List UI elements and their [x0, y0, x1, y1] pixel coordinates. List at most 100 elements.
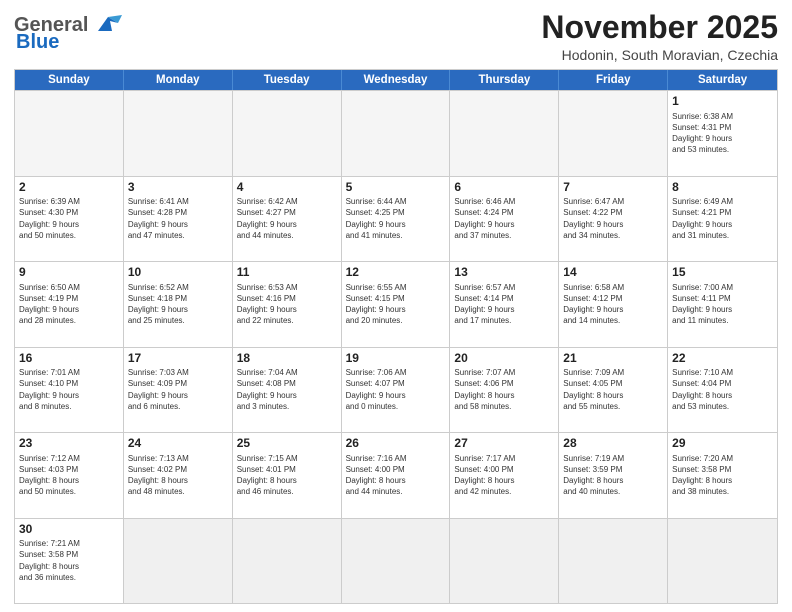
- weekday-header-wednesday: Wednesday: [342, 70, 451, 90]
- day-info: Sunrise: 7:03 AMSunset: 4:09 PMDaylight:…: [128, 367, 228, 412]
- day-info: Sunrise: 6:44 AMSunset: 4:25 PMDaylight:…: [346, 196, 446, 241]
- day-number: 26: [346, 436, 446, 452]
- empty-cell: [233, 519, 342, 603]
- header: General Blue November 2025 Hodonin, Sout…: [14, 10, 778, 63]
- day-cell-5: 5Sunrise: 6:44 AMSunset: 4:25 PMDaylight…: [342, 177, 451, 261]
- day-cell-30: 30Sunrise: 7:21 AMSunset: 3:58 PMDayligh…: [15, 519, 124, 603]
- day-cell-27: 27Sunrise: 7:17 AMSunset: 4:00 PMDayligh…: [450, 433, 559, 517]
- day-number: 16: [19, 351, 119, 367]
- day-cell-18: 18Sunrise: 7:04 AMSunset: 4:08 PMDayligh…: [233, 348, 342, 432]
- day-number: 21: [563, 351, 663, 367]
- day-cell-24: 24Sunrise: 7:13 AMSunset: 4:02 PMDayligh…: [124, 433, 233, 517]
- day-number: 10: [128, 265, 228, 281]
- day-info: Sunrise: 7:21 AMSunset: 3:58 PMDaylight:…: [19, 538, 119, 583]
- empty-cell: [233, 91, 342, 175]
- weekday-header-tuesday: Tuesday: [233, 70, 342, 90]
- day-number: 5: [346, 180, 446, 196]
- day-cell-22: 22Sunrise: 7:10 AMSunset: 4:04 PMDayligh…: [668, 348, 777, 432]
- calendar-subtitle: Hodonin, South Moravian, Czechia: [541, 47, 778, 63]
- day-info: Sunrise: 6:39 AMSunset: 4:30 PMDaylight:…: [19, 196, 119, 241]
- empty-cell: [124, 91, 233, 175]
- day-number: 15: [672, 265, 773, 281]
- day-info: Sunrise: 7:12 AMSunset: 4:03 PMDaylight:…: [19, 453, 119, 498]
- day-cell-21: 21Sunrise: 7:09 AMSunset: 4:05 PMDayligh…: [559, 348, 668, 432]
- day-info: Sunrise: 6:53 AMSunset: 4:16 PMDaylight:…: [237, 282, 337, 327]
- page: General Blue November 2025 Hodonin, Sout…: [0, 0, 792, 612]
- day-number: 4: [237, 180, 337, 196]
- day-cell-29: 29Sunrise: 7:20 AMSunset: 3:58 PMDayligh…: [668, 433, 777, 517]
- day-info: Sunrise: 7:00 AMSunset: 4:11 PMDaylight:…: [672, 282, 773, 327]
- logo: General Blue: [14, 14, 126, 54]
- calendar-week-2: 2Sunrise: 6:39 AMSunset: 4:30 PMDaylight…: [15, 176, 777, 261]
- day-info: Sunrise: 6:55 AMSunset: 4:15 PMDaylight:…: [346, 282, 446, 327]
- day-cell-6: 6Sunrise: 6:46 AMSunset: 4:24 PMDaylight…: [450, 177, 559, 261]
- day-number: 11: [237, 265, 337, 281]
- day-cell-1: 1Sunrise: 6:38 AMSunset: 4:31 PMDaylight…: [668, 91, 777, 175]
- day-info: Sunrise: 7:16 AMSunset: 4:00 PMDaylight:…: [346, 453, 446, 498]
- day-number: 24: [128, 436, 228, 452]
- day-cell-11: 11Sunrise: 6:53 AMSunset: 4:16 PMDayligh…: [233, 262, 342, 346]
- calendar-week-3: 9Sunrise: 6:50 AMSunset: 4:19 PMDaylight…: [15, 261, 777, 346]
- day-cell-23: 23Sunrise: 7:12 AMSunset: 4:03 PMDayligh…: [15, 433, 124, 517]
- title-block: November 2025 Hodonin, South Moravian, C…: [541, 10, 778, 63]
- day-info: Sunrise: 7:06 AMSunset: 4:07 PMDaylight:…: [346, 367, 446, 412]
- day-cell-26: 26Sunrise: 7:16 AMSunset: 4:00 PMDayligh…: [342, 433, 451, 517]
- day-number: 3: [128, 180, 228, 196]
- logo-blue: Blue: [16, 31, 59, 54]
- day-number: 23: [19, 436, 119, 452]
- day-info: Sunrise: 6:52 AMSunset: 4:18 PMDaylight:…: [128, 282, 228, 327]
- day-info: Sunrise: 7:19 AMSunset: 3:59 PMDaylight:…: [563, 453, 663, 498]
- calendar-header: SundayMondayTuesdayWednesdayThursdayFrid…: [15, 70, 777, 90]
- day-number: 19: [346, 351, 446, 367]
- day-number: 14: [563, 265, 663, 281]
- day-info: Sunrise: 6:49 AMSunset: 4:21 PMDaylight:…: [672, 196, 773, 241]
- weekday-header-thursday: Thursday: [450, 70, 559, 90]
- day-number: 6: [454, 180, 554, 196]
- day-number: 7: [563, 180, 663, 196]
- empty-cell: [559, 519, 668, 603]
- empty-cell: [342, 519, 451, 603]
- calendar-title: November 2025: [541, 10, 778, 45]
- calendar-week-6: 30Sunrise: 7:21 AMSunset: 3:58 PMDayligh…: [15, 518, 777, 603]
- day-number: 30: [19, 522, 119, 538]
- day-info: Sunrise: 7:17 AMSunset: 4:00 PMDaylight:…: [454, 453, 554, 498]
- day-number: 1: [672, 94, 773, 110]
- day-number: 13: [454, 265, 554, 281]
- calendar-body: 1Sunrise: 6:38 AMSunset: 4:31 PMDaylight…: [15, 90, 777, 603]
- day-number: 18: [237, 351, 337, 367]
- day-cell-16: 16Sunrise: 7:01 AMSunset: 4:10 PMDayligh…: [15, 348, 124, 432]
- weekday-header-monday: Monday: [124, 70, 233, 90]
- empty-cell: [124, 519, 233, 603]
- calendar: SundayMondayTuesdayWednesdayThursdayFrid…: [14, 69, 778, 604]
- day-cell-13: 13Sunrise: 6:57 AMSunset: 4:14 PMDayligh…: [450, 262, 559, 346]
- day-cell-14: 14Sunrise: 6:58 AMSunset: 4:12 PMDayligh…: [559, 262, 668, 346]
- empty-cell: [15, 91, 124, 175]
- day-info: Sunrise: 7:13 AMSunset: 4:02 PMDaylight:…: [128, 453, 228, 498]
- day-info: Sunrise: 7:07 AMSunset: 4:06 PMDaylight:…: [454, 367, 554, 412]
- day-info: Sunrise: 7:20 AMSunset: 3:58 PMDaylight:…: [672, 453, 773, 498]
- logo-bird-icon: [90, 13, 126, 35]
- day-number: 2: [19, 180, 119, 196]
- day-info: Sunrise: 6:58 AMSunset: 4:12 PMDaylight:…: [563, 282, 663, 327]
- day-cell-28: 28Sunrise: 7:19 AMSunset: 3:59 PMDayligh…: [559, 433, 668, 517]
- empty-cell: [450, 519, 559, 603]
- day-info: Sunrise: 6:46 AMSunset: 4:24 PMDaylight:…: [454, 196, 554, 241]
- day-cell-15: 15Sunrise: 7:00 AMSunset: 4:11 PMDayligh…: [668, 262, 777, 346]
- day-number: 22: [672, 351, 773, 367]
- empty-cell: [668, 519, 777, 603]
- day-cell-9: 9Sunrise: 6:50 AMSunset: 4:19 PMDaylight…: [15, 262, 124, 346]
- day-cell-25: 25Sunrise: 7:15 AMSunset: 4:01 PMDayligh…: [233, 433, 342, 517]
- day-number: 20: [454, 351, 554, 367]
- day-cell-19: 19Sunrise: 7:06 AMSunset: 4:07 PMDayligh…: [342, 348, 451, 432]
- empty-cell: [450, 91, 559, 175]
- day-info: Sunrise: 6:47 AMSunset: 4:22 PMDaylight:…: [563, 196, 663, 241]
- day-number: 25: [237, 436, 337, 452]
- day-cell-17: 17Sunrise: 7:03 AMSunset: 4:09 PMDayligh…: [124, 348, 233, 432]
- day-info: Sunrise: 6:50 AMSunset: 4:19 PMDaylight:…: [19, 282, 119, 327]
- weekday-header-sunday: Sunday: [15, 70, 124, 90]
- day-cell-4: 4Sunrise: 6:42 AMSunset: 4:27 PMDaylight…: [233, 177, 342, 261]
- day-info: Sunrise: 6:42 AMSunset: 4:27 PMDaylight:…: [237, 196, 337, 241]
- calendar-week-4: 16Sunrise: 7:01 AMSunset: 4:10 PMDayligh…: [15, 347, 777, 432]
- day-cell-10: 10Sunrise: 6:52 AMSunset: 4:18 PMDayligh…: [124, 262, 233, 346]
- weekday-header-friday: Friday: [559, 70, 668, 90]
